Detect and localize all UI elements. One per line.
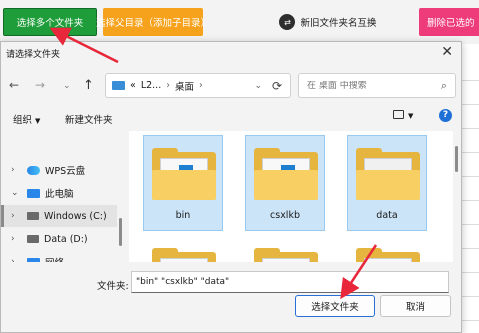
dialog-toolbar: 组织 ▼ 新建文件夹 ▼ ? xyxy=(1,106,461,130)
folder-item-data[interactable]: data xyxy=(347,135,427,231)
drive-icon xyxy=(27,235,39,243)
close-icon[interactable]: ✕ xyxy=(441,44,453,60)
select-parent-directory-button[interactable]: 选择父目录（添加子目录） xyxy=(96,8,210,36)
folder-item-bin[interactable]: bin xyxy=(143,135,223,231)
expand-chevron-icon[interactable]: › xyxy=(11,211,21,221)
dialog-title: 请选择文件夹 xyxy=(6,50,61,60)
pc-icon xyxy=(112,81,125,90)
grid-line xyxy=(461,152,479,153)
folder-name: data xyxy=(376,210,398,221)
grid-line xyxy=(461,272,479,273)
folder-item[interactable] xyxy=(347,235,427,262)
tree-item-label: Windows (C:) xyxy=(44,210,107,222)
grid-line xyxy=(461,104,479,105)
cloud-icon xyxy=(27,165,40,175)
network-icon xyxy=(27,257,40,262)
folder-name-input[interactable] xyxy=(131,271,449,293)
select-multiple-folders-button[interactable]: 选择多个文件夹 xyxy=(3,8,97,36)
tree-item-label: Data (D:) xyxy=(44,233,88,245)
address-history-chevron-icon[interactable]: ⌄ xyxy=(254,81,262,91)
address-overflow-marker[interactable]: « xyxy=(130,80,136,91)
folder-field-label: 文件夹: xyxy=(97,281,129,292)
folder-item[interactable] xyxy=(245,235,325,262)
pc-icon xyxy=(27,188,40,198)
folder-icon xyxy=(152,148,216,200)
back-arrow-icon[interactable]: ← xyxy=(9,78,19,92)
forward-arrow-icon[interactable]: → xyxy=(35,78,45,92)
refresh-icon[interactable]: ⟳ xyxy=(272,79,282,93)
folder-grid-scrollbar[interactable] xyxy=(455,146,458,172)
folder-icon xyxy=(152,248,216,262)
recent-locations-dropdown-icon[interactable]: ⌄ xyxy=(63,81,71,91)
grid-line xyxy=(461,248,479,249)
tree-item-this-pc[interactable]: ⌄ 此电脑 xyxy=(1,182,117,204)
cancel-button[interactable]: 取消 xyxy=(380,295,451,317)
expand-chevron-icon[interactable]: › xyxy=(11,234,21,244)
tree-item-label: 此电脑 xyxy=(45,189,74,200)
grid-line xyxy=(461,176,479,177)
folder-item-csxlkb[interactable]: csxlkb xyxy=(245,135,325,231)
address-segment-desktop[interactable]: 桌面 xyxy=(175,79,194,93)
expand-chevron-icon[interactable]: › xyxy=(11,165,21,175)
delete-selected-button[interactable]: 删除已选的 xyxy=(419,8,479,36)
swap-icon: ⇄ xyxy=(279,14,296,30)
new-folder-button[interactable]: 新建文件夹 xyxy=(65,112,113,126)
search-box[interactable]: ⌕ xyxy=(298,73,456,98)
tree-item-label: 网络 xyxy=(45,255,64,262)
tree-item-windows-c[interactable]: › Windows (C:) xyxy=(1,205,117,227)
up-arrow-icon[interactable]: ↑ xyxy=(83,78,94,93)
folder-icon xyxy=(356,248,420,262)
folder-icon xyxy=(254,248,318,262)
select-folder-button[interactable]: 选择文件夹 xyxy=(295,295,375,317)
folder-picker-dialog: 请选择文件夹 ✕ ← → ⌄ ↑ « L2... › 桌面 › ⌄ ⟳ ⌕ 组织… xyxy=(0,41,462,333)
navigation-pane: › WPS云盘 ⌄ 此电脑 › Windows (C:) › Data (D:)… xyxy=(1,131,123,262)
app-toolbar: 选择多个文件夹 选择父目录（添加子目录） ⇄ 新旧文件夹名互换 删除已选的 xyxy=(0,0,479,44)
organize-label: 组织 xyxy=(13,115,33,126)
swap-names-button[interactable]: ⇄ 新旧文件夹名互换 xyxy=(268,8,388,36)
organize-menu-button[interactable]: 组织 ▼ xyxy=(13,112,40,126)
folder-name: csxlkb xyxy=(270,210,300,221)
swap-names-label: 新旧文件夹名互换 xyxy=(300,18,377,29)
address-segment-user[interactable]: L2... xyxy=(141,80,161,91)
folder-icon xyxy=(356,148,420,200)
view-mode-icon[interactable] xyxy=(393,110,404,119)
navigation-scrollbar[interactable] xyxy=(119,218,122,246)
search-icon[interactable]: ⌕ xyxy=(441,79,447,93)
address-separator: › xyxy=(166,80,171,91)
address-bar[interactable]: « L2... › 桌面 › ⌄ ⟳ xyxy=(105,73,291,98)
tree-item-wps-cloud[interactable]: › WPS云盘 xyxy=(1,159,117,181)
tree-item-label: WPS云盘 xyxy=(45,166,86,177)
search-input[interactable] xyxy=(307,80,427,91)
expand-chevron-icon[interactable]: › xyxy=(11,257,21,262)
grid-line xyxy=(461,128,479,129)
help-icon[interactable]: ? xyxy=(439,109,452,122)
drive-icon xyxy=(27,212,39,220)
tree-item-data-d[interactable]: › Data (D:) xyxy=(1,228,117,250)
folder-grid: bin csxlkb data xyxy=(129,131,453,262)
grid-line xyxy=(461,80,479,81)
dropdown-arrow-icon: ▼ xyxy=(35,117,41,125)
folder-item[interactable] xyxy=(143,235,223,262)
folder-name: bin xyxy=(175,210,191,221)
address-separator: › xyxy=(199,80,203,91)
grid-line xyxy=(461,200,479,201)
view-mode-dropdown-icon[interactable]: ▼ xyxy=(408,112,413,120)
grid-line xyxy=(461,320,479,321)
tree-item-network[interactable]: › 网络 xyxy=(1,251,117,262)
grid-line xyxy=(461,224,479,225)
grid-line xyxy=(461,296,479,297)
collapse-chevron-icon[interactable]: ⌄ xyxy=(11,188,21,198)
folder-icon xyxy=(254,148,318,200)
